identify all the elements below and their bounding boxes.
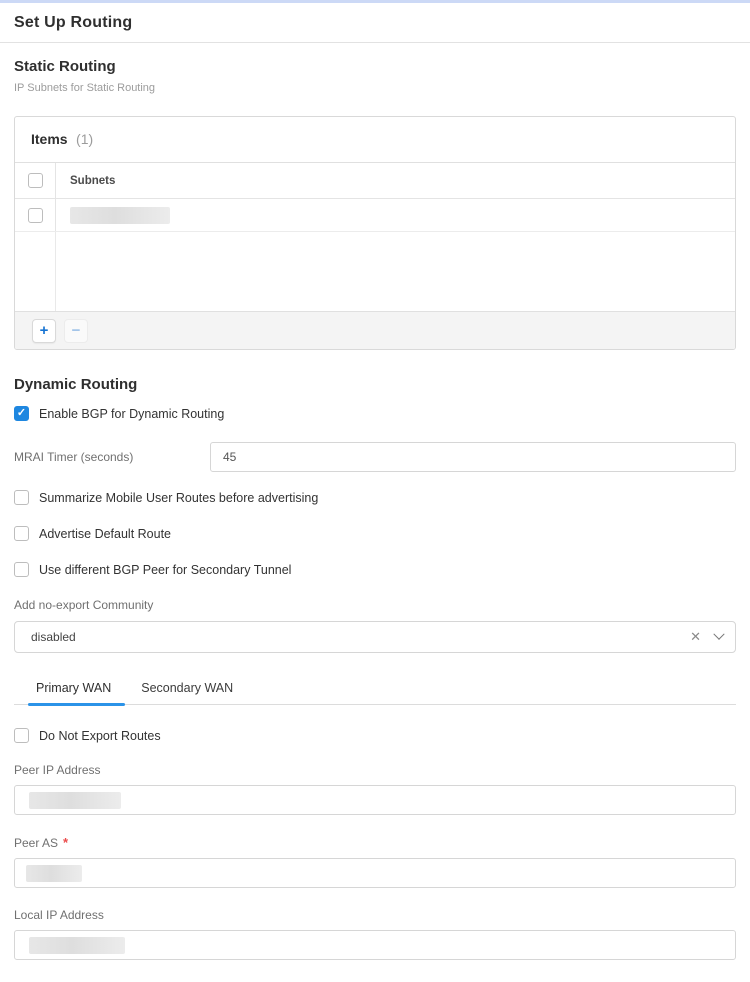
mrai-timer-row: MRAI Timer (seconds) [14,442,736,472]
different-bgp-peer-checkbox[interactable]: ✓ [14,562,29,577]
add-row-button[interactable]: + [32,319,56,343]
minus-icon: − [72,322,81,339]
peer-as-field: Peer AS * [14,835,736,888]
subnets-table-header: Items (1) [15,117,735,163]
enable-bgp-row: ✓ Enable BGP for Dynamic Routing [14,406,736,421]
peer-ip-input[interactable] [14,785,736,815]
empty-main-column [56,232,735,311]
plus-icon: + [40,322,49,339]
summarize-routes-row: ✓ Summarize Mobile User Routes before ad… [14,490,736,505]
subnets-table: Items (1) ✓ Subnets ✓ [14,116,736,350]
mrai-timer-label: MRAI Timer (seconds) [14,450,210,464]
static-routing-heading: Static Routing [14,58,736,75]
different-bgp-peer-label: Use different BGP Peer for Secondary Tun… [39,563,291,577]
local-ip-input[interactable] [14,930,736,960]
no-export-community-select[interactable]: disabled ✕ [14,621,736,653]
mrai-timer-input[interactable] [210,442,736,472]
items-label: Items [31,131,68,147]
different-bgp-peer-row: ✓ Use different BGP Peer for Secondary T… [14,562,736,577]
peer-ip-redacted-value [29,792,121,809]
advertise-default-route-row: ✓ Advertise Default Route [14,526,736,541]
table-row[interactable]: ✓ [15,199,735,232]
subnets-column-header: Subnets [56,163,735,198]
dialog-body: Static Routing IP Subnets for Static Rou… [0,58,750,982]
peer-ip-label: Peer IP Address [14,763,736,777]
do-not-export-checkbox[interactable]: ✓ [14,728,29,743]
local-ip-field: Local IP Address [14,908,736,960]
select-all-cell: ✓ [15,163,56,198]
row-checkbox[interactable]: ✓ [28,208,43,223]
peer-as-label: Peer AS [14,836,58,850]
items-count: (1) [76,131,93,147]
advertise-default-route-checkbox[interactable]: ✓ [14,526,29,541]
summarize-routes-label: Summarize Mobile User Routes before adve… [39,491,318,505]
dialog-header: Set Up Routing [0,3,750,43]
summarize-routes-checkbox[interactable]: ✓ [14,490,29,505]
select-all-checkbox[interactable]: ✓ [28,173,43,188]
check-icon: ✓ [17,408,26,419]
table-footer: + − [15,311,735,349]
tab-secondary-wan[interactable]: Secondary WAN [135,675,239,704]
do-not-export-label: Do Not Export Routes [39,729,161,743]
do-not-export-row: ✓ Do Not Export Routes [14,728,736,743]
local-ip-label: Local IP Address [14,908,736,922]
peer-as-redacted-value [26,865,82,882]
subnet-redacted-value [70,207,170,224]
dynamic-routing-heading: Dynamic Routing [14,376,736,393]
required-asterisk: * [63,835,68,850]
enable-bgp-checkbox[interactable]: ✓ [14,406,29,421]
page-title: Set Up Routing [14,14,736,32]
chevron-down-icon[interactable] [713,629,724,640]
tab-primary-wan[interactable]: Primary WAN [30,675,117,704]
subnets-column-header-row: ✓ Subnets [15,163,735,199]
row-checkbox-cell: ✓ [15,199,56,231]
empty-checkbox-column [15,232,56,311]
wan-tabs: Primary WAN Secondary WAN [14,675,736,705]
bgp-options: ✓ Summarize Mobile User Routes before ad… [14,490,736,577]
clear-icon[interactable]: ✕ [680,629,711,645]
peer-as-input[interactable] [14,858,736,888]
remove-row-button[interactable]: − [64,319,88,343]
peer-ip-field: Peer IP Address [14,763,736,815]
static-routing-sublabel: IP Subnets for Static Routing [14,82,736,94]
table-empty-area [15,232,735,311]
enable-bgp-label: Enable BGP for Dynamic Routing [39,407,224,421]
subnet-cell [56,199,735,231]
advertise-default-route-label: Advertise Default Route [39,527,171,541]
local-ip-redacted-value [29,937,125,954]
no-export-community-value: disabled [31,630,680,644]
no-export-community-label: Add no-export Community [14,598,736,612]
